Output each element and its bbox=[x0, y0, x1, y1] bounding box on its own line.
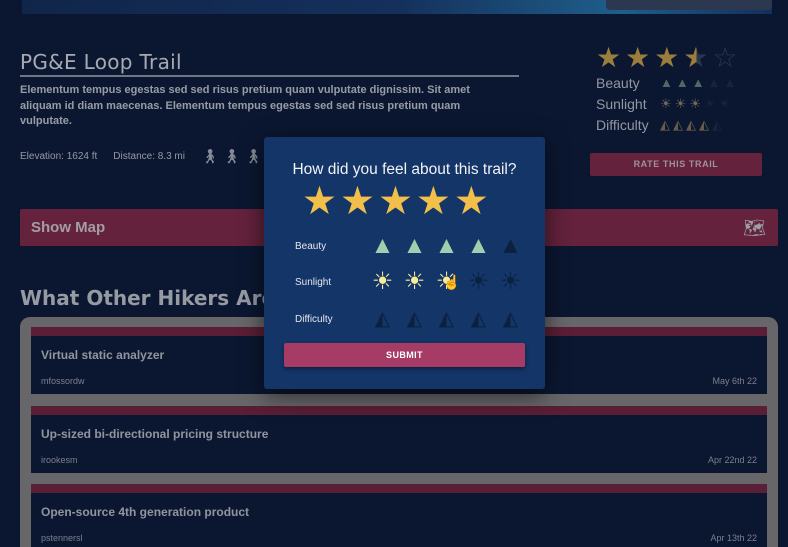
modal-question: How did you feel about this trail? bbox=[292, 161, 517, 178]
modal-row-label: Difficulty bbox=[295, 313, 333, 325]
rate-trail-modal: How did you feel about this trail? ★ ★ ★… bbox=[264, 137, 545, 389]
hand-pointer-icon: ☝ bbox=[443, 274, 461, 290]
tree-icon[interactable]: ▲ bbox=[465, 233, 492, 259]
star-icon[interactable]: ★ bbox=[378, 182, 413, 222]
mountain-icon[interactable]: ◭ bbox=[401, 306, 428, 332]
modal-star-rating: ★ ★ ★ ★ ★ bbox=[302, 182, 489, 222]
star-icon[interactable]: ★ bbox=[416, 182, 451, 222]
star-icon[interactable]: ★ bbox=[302, 182, 337, 222]
mountain-icon[interactable]: ◭ bbox=[497, 306, 524, 332]
mountain-icon[interactable]: ◭ bbox=[433, 306, 460, 332]
submit-button[interactable]: SUBMIT bbox=[284, 343, 525, 367]
sun-icon[interactable]: ☀ bbox=[465, 269, 492, 295]
modal-row-sunlight: Sunlight ☀ ☀ ☀ ☀ ☀ bbox=[295, 267, 524, 297]
mountain-icon[interactable]: ◭ bbox=[369, 306, 396, 332]
modal-row-beauty: Beauty ▲ ▲ ▲ ▲ ▲ bbox=[295, 231, 524, 261]
sun-icon[interactable]: ☀ bbox=[369, 269, 396, 295]
tree-icon[interactable]: ▲ bbox=[497, 233, 524, 259]
tree-icon[interactable]: ▲ bbox=[401, 233, 428, 259]
tree-icon[interactable]: ▲ bbox=[369, 233, 396, 259]
tree-icon[interactable]: ▲ bbox=[433, 233, 460, 259]
sun-icon[interactable]: ☀ bbox=[401, 269, 428, 295]
modal-row-label: Sunlight bbox=[295, 276, 332, 288]
star-icon[interactable]: ★ bbox=[340, 182, 375, 222]
mountain-icon[interactable]: ◭ bbox=[465, 306, 492, 332]
sun-icon[interactable]: ☀ bbox=[497, 269, 524, 295]
modal-row-label: Beauty bbox=[295, 240, 327, 252]
modal-row-difficulty: Difficulty ◭ ◭ ◭ ◭ ◭ bbox=[295, 304, 524, 334]
star-icon[interactable]: ★ bbox=[454, 182, 489, 222]
